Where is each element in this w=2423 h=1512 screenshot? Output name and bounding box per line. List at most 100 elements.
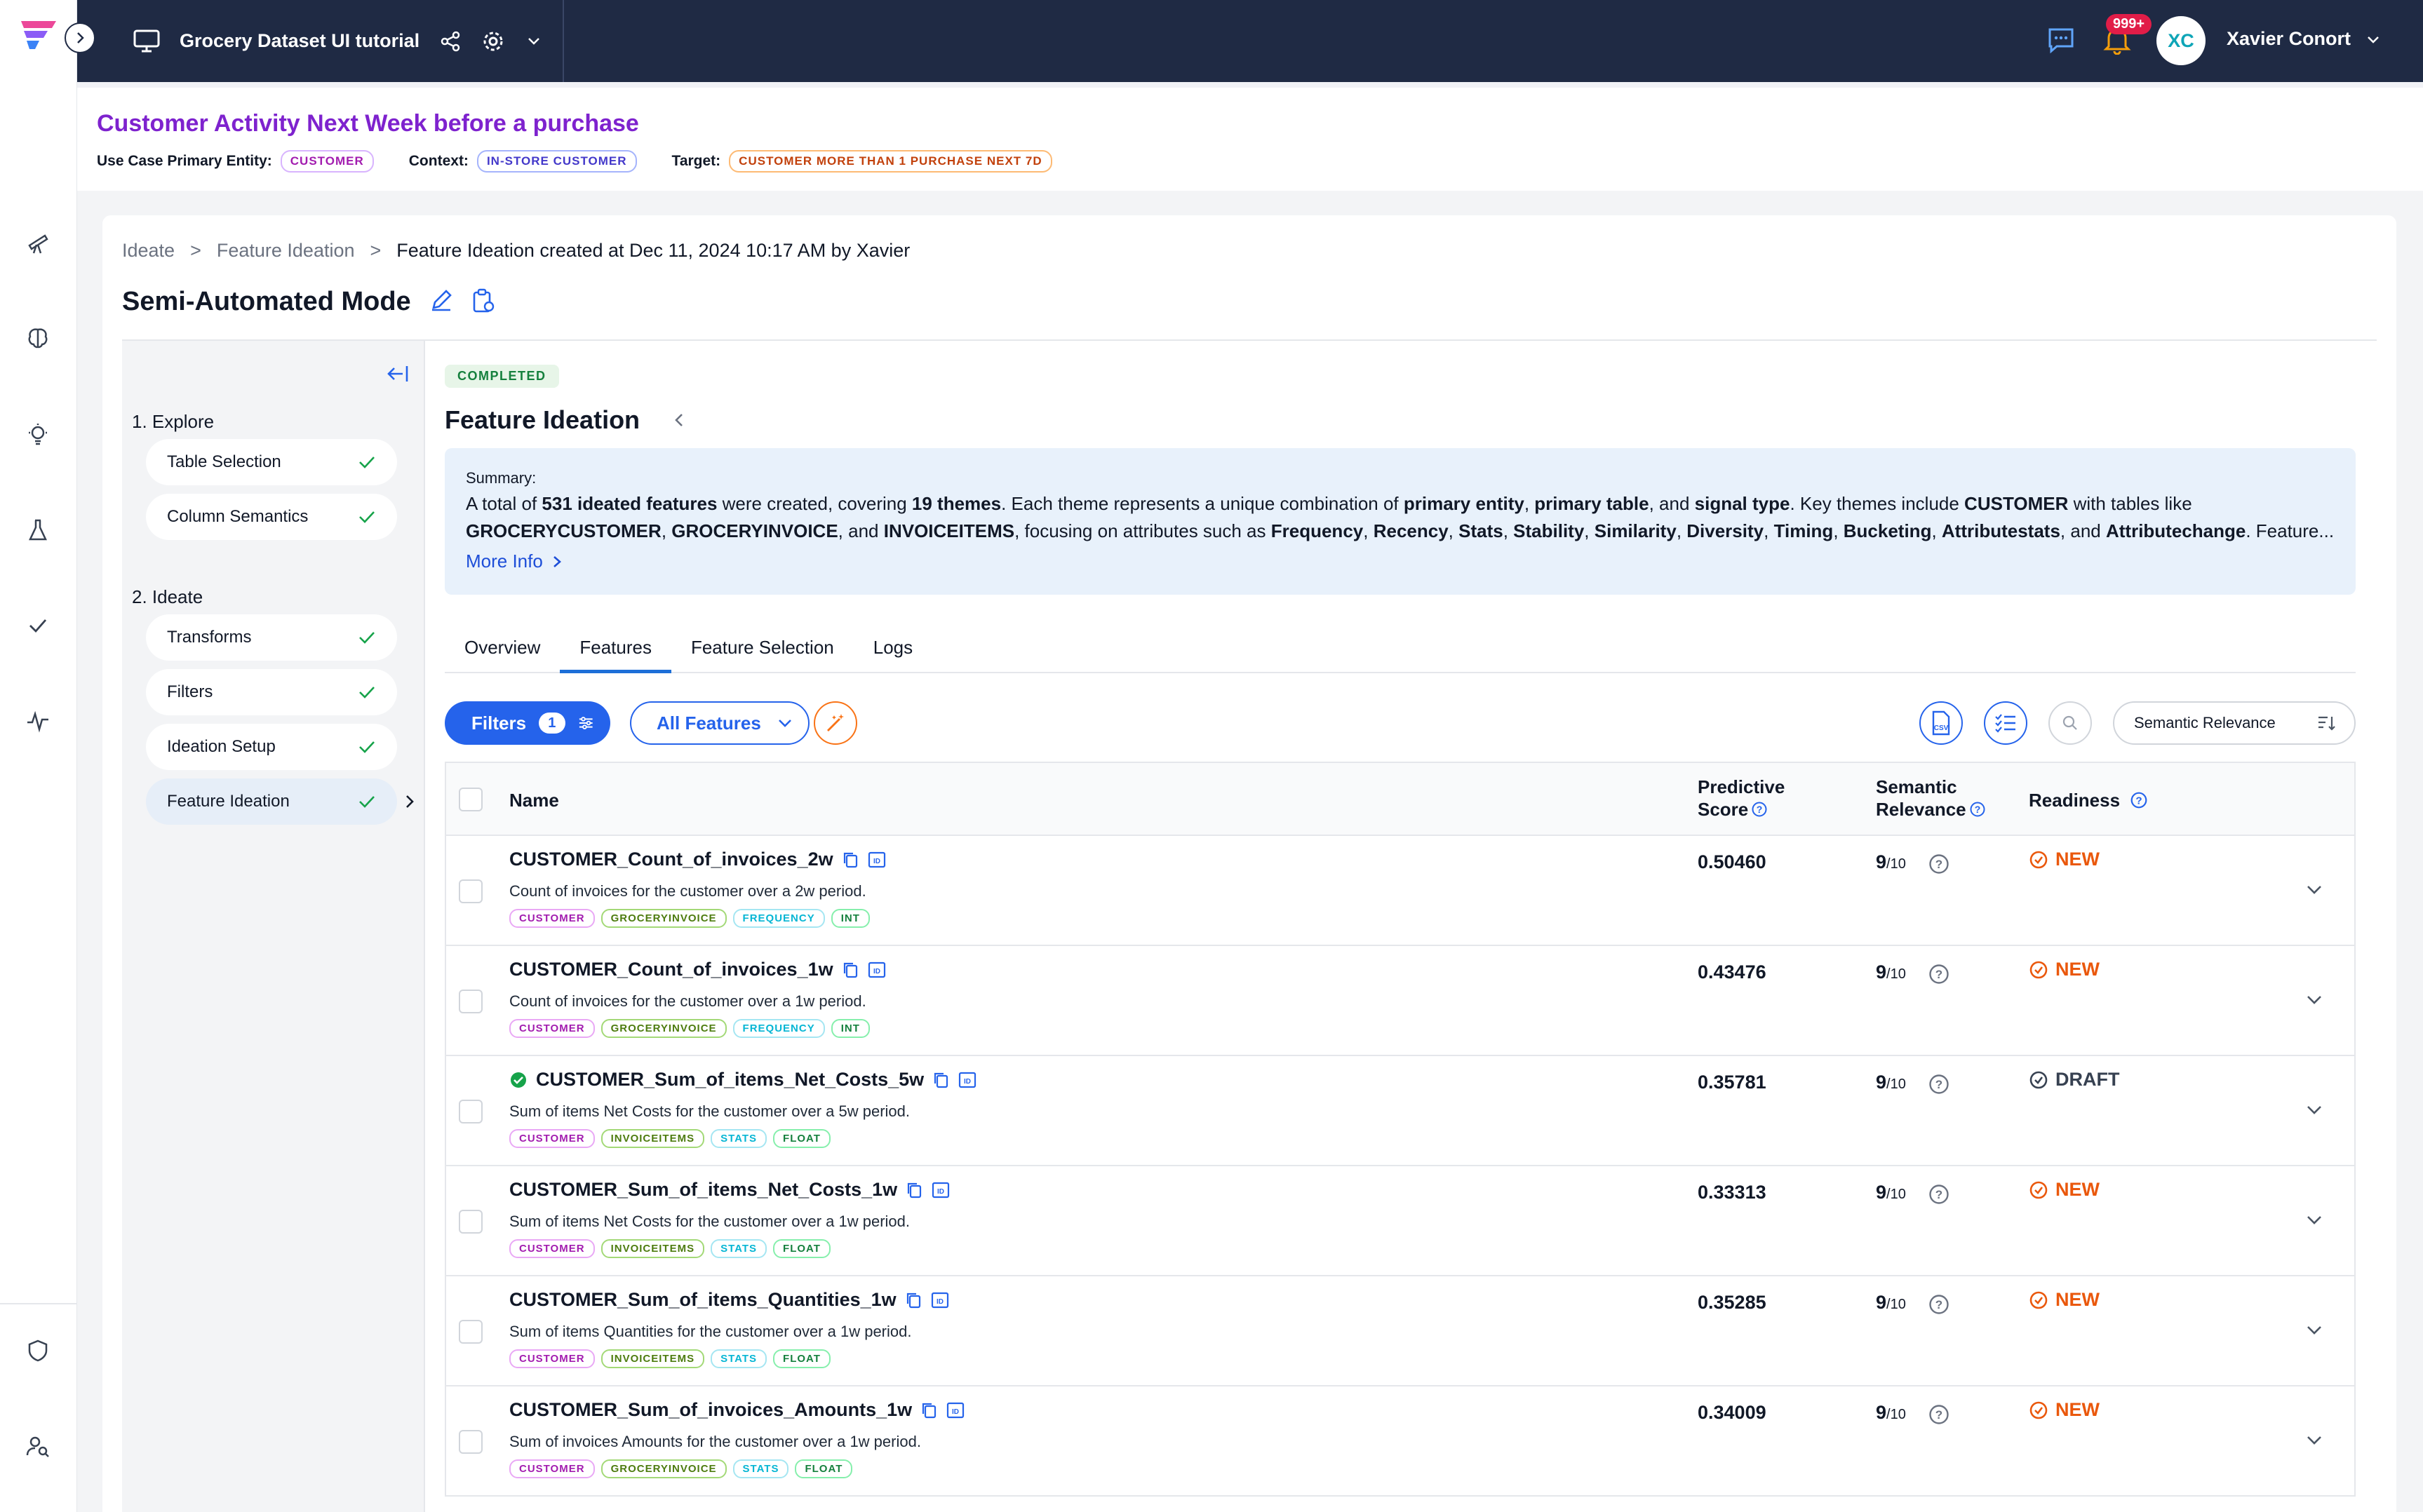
lightbulb-icon[interactable]: [25, 422, 51, 447]
id-card-icon[interactable]: ID: [930, 1291, 950, 1309]
user-name[interactable]: Xavier Conort: [2227, 28, 2351, 50]
flask-icon[interactable]: [25, 518, 51, 543]
user-search-icon[interactable]: [25, 1433, 51, 1459]
feature-name-text[interactable]: CUSTOMER_Sum_of_items_Quantities_1w: [509, 1289, 897, 1311]
chat-icon[interactable]: [2047, 27, 2075, 53]
copy-icon[interactable]: [932, 1071, 949, 1089]
row-checkbox[interactable]: [459, 990, 483, 1013]
header-predictive-score[interactable]: Predictive Score ?: [1698, 776, 1785, 821]
table-body: CUSTOMER_Count_of_invoices_2w ID Count of …: [446, 836, 2354, 1497]
notification-badge: 999+: [2106, 14, 2152, 34]
edit-icon[interactable]: [429, 288, 453, 312]
expand-row-chevron-icon[interactable]: [2304, 1430, 2325, 1451]
share-icon[interactable]: [439, 30, 462, 53]
collapse-sidebar-icon[interactable]: [386, 363, 410, 384]
help-icon[interactable]: ?: [1928, 1403, 1950, 1426]
table-row[interactable]: CUSTOMER_Count_of_invoices_1w ID Count of …: [446, 946, 2354, 1056]
step-feature-ideation[interactable]: Feature Ideation: [146, 778, 397, 825]
breadcrumb-feature-ideation[interactable]: Feature Ideation: [217, 240, 355, 262]
feature-name-text[interactable]: CUSTOMER_Sum_of_items_Net_Costs_5w: [536, 1069, 924, 1091]
select-all-checkbox[interactable]: [459, 788, 483, 811]
feature-name-text[interactable]: CUSTOMER_Sum_of_invoices_Amounts_1w: [509, 1399, 912, 1421]
id-card-icon[interactable]: ID: [867, 961, 887, 979]
step-transforms[interactable]: Transforms: [146, 614, 397, 661]
help-icon[interactable]: ?: [1928, 1183, 1950, 1206]
chevron-left-icon[interactable]: [672, 411, 686, 429]
help-icon[interactable]: ?: [1928, 1293, 1950, 1316]
table-row[interactable]: CUSTOMER_Sum_of_invoices_Amounts_1w ID Sum…: [446, 1386, 2354, 1497]
expand-row-chevron-icon[interactable]: [2304, 1100, 2325, 1121]
feature-name-text[interactable]: CUSTOMER_Count_of_invoices_2w: [509, 849, 833, 870]
row-checkbox[interactable]: [459, 1210, 483, 1234]
step-ideation-setup[interactable]: Ideation Setup: [146, 724, 397, 770]
export-csv-button[interactable]: CSV: [1919, 701, 1963, 745]
feature-name-text[interactable]: CUSTOMER_Sum_of_items_Net_Costs_1w: [509, 1179, 897, 1201]
help-icon[interactable]: ?: [1928, 1073, 1950, 1095]
help-icon[interactable]: ?: [2130, 791, 2148, 809]
expand-row-chevron-icon[interactable]: [2304, 990, 2325, 1011]
step-table-selection[interactable]: Table Selection: [146, 439, 397, 485]
tab-features[interactable]: Features: [560, 630, 671, 673]
help-icon[interactable]: ?: [1928, 963, 1950, 985]
logo-icon[interactable]: [17, 17, 59, 52]
gear-icon[interactable]: [481, 29, 505, 53]
brain-icon[interactable]: [25, 325, 51, 351]
expand-row-chevron-icon[interactable]: [2304, 879, 2325, 900]
table-row[interactable]: CUSTOMER_Sum_of_items_Net_Costs_5w ID Sum …: [446, 1056, 2354, 1166]
use-case-title[interactable]: Customer Activity Next Week before a pur…: [97, 110, 639, 137]
search-button[interactable]: [2048, 701, 2092, 745]
step-heading-ideate: 2. Ideate: [132, 586, 203, 607]
tab-logs[interactable]: Logs: [854, 630, 932, 673]
id-card-icon[interactable]: ID: [946, 1401, 965, 1419]
copy-icon[interactable]: [920, 1401, 937, 1419]
row-checkbox[interactable]: [459, 879, 483, 903]
table-row[interactable]: CUSTOMER_Sum_of_items_Quantities_1w ID Sum…: [446, 1276, 2354, 1386]
sort-select[interactable]: Semantic Relevance: [2113, 701, 2356, 745]
chevron-down-icon[interactable]: [525, 32, 543, 50]
copy-icon[interactable]: [906, 1181, 922, 1199]
copy-icon[interactable]: [842, 851, 859, 869]
feature-name-text[interactable]: CUSTOMER_Count_of_invoices_1w: [509, 959, 833, 980]
tab-overview[interactable]: Overview: [445, 630, 560, 673]
id-card-icon[interactable]: ID: [867, 851, 887, 869]
filters-button[interactable]: Filters 1: [445, 701, 610, 745]
copy-icon[interactable]: [905, 1291, 922, 1309]
all-features-select[interactable]: All Features: [630, 701, 810, 745]
row-checkbox[interactable]: [459, 1320, 483, 1344]
expand-row-chevron-icon[interactable]: [2304, 1320, 2325, 1341]
pulse-icon[interactable]: [25, 708, 51, 734]
help-icon[interactable]: ?: [1751, 801, 1768, 818]
shield-icon[interactable]: [25, 1338, 51, 1363]
telescope-icon[interactable]: [25, 230, 51, 255]
id-card-icon[interactable]: ID: [931, 1181, 951, 1199]
breadcrumb-ideate[interactable]: Ideate: [122, 240, 175, 262]
help-icon[interactable]: ?: [1928, 853, 1950, 875]
id-card-icon[interactable]: ID: [958, 1071, 977, 1089]
avatar[interactable]: XC: [2156, 16, 2206, 65]
check-icon[interactable]: [25, 613, 51, 638]
row-checkbox[interactable]: [459, 1430, 483, 1454]
help-icon[interactable]: ?: [1969, 801, 1986, 818]
project-title[interactable]: Grocery Dataset UI tutorial: [180, 30, 420, 52]
table-row[interactable]: CUSTOMER_Sum_of_items_Net_Costs_1w ID Sum …: [446, 1166, 2354, 1276]
magic-wand-button[interactable]: [814, 701, 857, 745]
feature-tag: FREQUENCY: [732, 909, 825, 928]
tab-feature-selection[interactable]: Feature Selection: [671, 630, 854, 673]
feature-tags: CUSTOMER GROCERYINVOICE FREQUENCY INT: [509, 909, 870, 928]
step-filters[interactable]: Filters: [146, 669, 397, 715]
readiness-status: NEW: [2029, 849, 2100, 870]
header-readiness[interactable]: Readiness ?: [2029, 789, 2148, 811]
header-name[interactable]: Name: [509, 789, 559, 811]
checklist-button[interactable]: [1984, 701, 2027, 745]
header-semantic-relevance[interactable]: Semantic Relevance ?: [1876, 776, 1986, 821]
clipboard-settings-icon[interactable]: [471, 288, 495, 313]
rail-expand-button[interactable]: [65, 22, 95, 53]
expand-row-chevron-icon[interactable]: [2304, 1210, 2325, 1231]
table-row[interactable]: CUSTOMER_Count_of_invoices_2w ID Count of …: [446, 836, 2354, 946]
status-badge: COMPLETED: [445, 365, 559, 388]
more-info-link[interactable]: More Info: [466, 548, 2335, 575]
user-menu-chevron-icon[interactable]: [2364, 31, 2382, 49]
copy-icon[interactable]: [842, 961, 859, 979]
row-checkbox[interactable]: [459, 1100, 483, 1123]
step-column-semantics[interactable]: Column Semantics: [146, 494, 397, 540]
